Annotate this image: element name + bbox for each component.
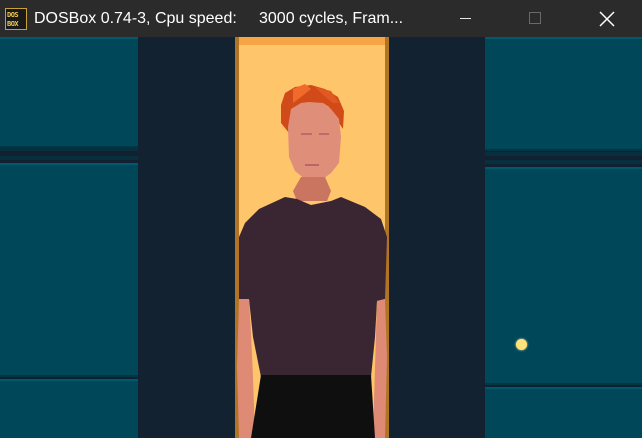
icon-text-box: BOX <box>7 20 19 28</box>
wall-panel <box>485 167 642 385</box>
window-title: DOSBox 0.74-3, Cpu speed: 3000 cycles, F… <box>34 10 404 27</box>
wall-shadow <box>389 37 485 438</box>
close-icon <box>599 11 615 27</box>
wall-panel <box>0 379 138 438</box>
title-bar[interactable]: DOS BOX DOSBox 0.74-3, Cpu speed: 3000 c… <box>0 0 642 37</box>
minimize-button[interactable] <box>442 0 488 37</box>
game-screen[interactable] <box>0 37 642 438</box>
minimize-icon <box>460 18 471 19</box>
dosbox-app-icon[interactable]: DOS BOX <box>5 8 27 30</box>
wall-panel <box>0 37 138 148</box>
maximize-icon <box>529 12 541 24</box>
wall-strip <box>0 147 138 151</box>
wall-strip <box>485 152 642 156</box>
wall-strip <box>0 156 138 160</box>
close-button[interactable] <box>584 0 630 37</box>
wall-panel <box>485 387 642 438</box>
wall-panel <box>485 37 642 151</box>
maximize-button[interactable] <box>512 0 558 37</box>
icon-text-dos: DOS <box>7 11 19 19</box>
wall-shadow <box>138 37 235 438</box>
dosbox-window: DOS BOX DOSBox 0.74-3, Cpu speed: 3000 c… <box>0 0 642 438</box>
door-knob-icon[interactable] <box>516 339 527 350</box>
wall-panel <box>0 163 138 377</box>
person-icon[interactable] <box>235 37 389 438</box>
wall-strip <box>485 160 642 164</box>
